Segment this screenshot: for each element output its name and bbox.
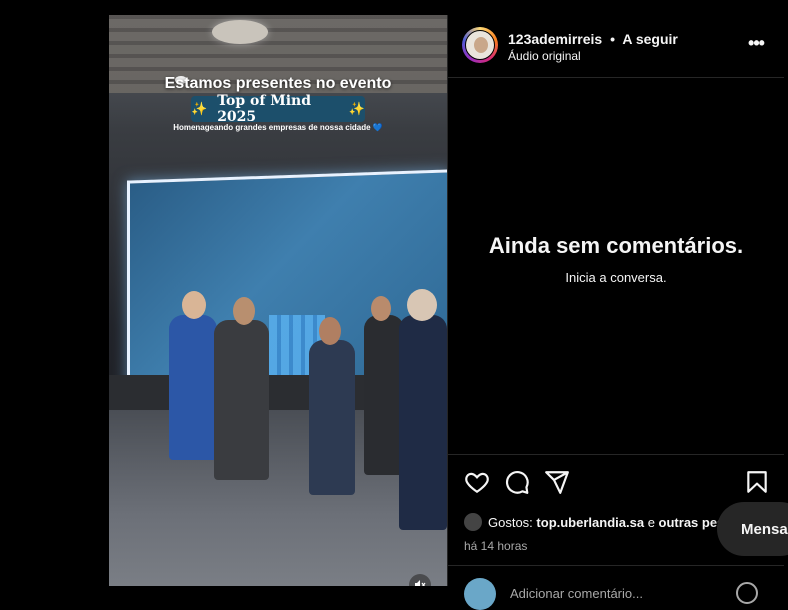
- likes-prefix: Gostos:: [488, 514, 533, 530]
- video-caption-title: Estamos presentes no evento: [164, 75, 392, 92]
- ceiling-light: [212, 20, 268, 44]
- author-line: 123ademirreis • A seguir: [508, 31, 678, 47]
- share-icon[interactable]: [544, 469, 570, 495]
- person-head: [233, 297, 255, 325]
- comment-composer: Adicionar comentário...: [448, 565, 784, 610]
- liker-avatar[interactable]: [464, 513, 482, 531]
- current-user-avatar: [464, 578, 496, 610]
- person-figure: [309, 340, 355, 495]
- separator-dot: •: [610, 31, 615, 47]
- sparkle-icon: ✨: [348, 101, 365, 117]
- comment-icon[interactable]: [504, 469, 530, 495]
- person-figure: [214, 320, 269, 480]
- subtitle-text: Homenageando grandes empresas de nossa c…: [173, 123, 371, 132]
- author-username[interactable]: 123ademirreis: [508, 31, 602, 47]
- person-figure: [364, 315, 404, 475]
- avatar-photo: [465, 30, 495, 60]
- post-header: 123ademirreis • A seguir Áudio original …: [448, 15, 784, 78]
- no-comments-title: Ainda sem comentários.: [488, 233, 744, 258]
- likes-joiner: e: [647, 514, 655, 530]
- video-caption-subtitle: Homenageando grandes empresas de nossa c…: [109, 123, 447, 132]
- post-timestamp[interactable]: há 14 horas: [464, 539, 527, 553]
- more-options-icon[interactable]: •••: [746, 33, 766, 53]
- heart-icon[interactable]: [464, 469, 490, 495]
- audio-link[interactable]: Áudio original: [508, 49, 581, 63]
- badge-text: Top of Mind 2025: [217, 93, 312, 125]
- author-avatar[interactable]: [462, 27, 498, 63]
- bookmark-icon[interactable]: [744, 469, 770, 495]
- person-head: [371, 296, 391, 321]
- person-figure: [399, 315, 447, 530]
- blue-heart-icon: 💙: [372, 123, 383, 132]
- emoji-icon[interactable]: [736, 582, 758, 604]
- liker-username[interactable]: top.uberlandia.sa: [536, 515, 644, 530]
- post-side-panel: 123ademirreis • A seguir Áudio original …: [447, 15, 784, 610]
- person-figure: [169, 315, 217, 460]
- sparkle-icon: ✨: [191, 101, 208, 117]
- person-head: [319, 317, 341, 345]
- speaker-muted-icon: [415, 580, 426, 586]
- comment-input[interactable]: Adicionar comentário...: [510, 586, 643, 601]
- person-head: [182, 291, 206, 319]
- reel-video[interactable]: Estamos presentes no evento ✨ Top of Min…: [109, 15, 447, 586]
- following-button[interactable]: A seguir: [622, 31, 678, 47]
- video-caption-badge: ✨ Top of Mind 2025 ✨: [191, 93, 365, 125]
- avatar-face: [474, 37, 488, 53]
- person-head: [407, 289, 437, 321]
- no-comments-subtitle: Inicia a conversa.: [565, 270, 667, 285]
- messages-label: Mensagens: [741, 520, 788, 538]
- messages-button[interactable]: Mensagens: [717, 502, 788, 556]
